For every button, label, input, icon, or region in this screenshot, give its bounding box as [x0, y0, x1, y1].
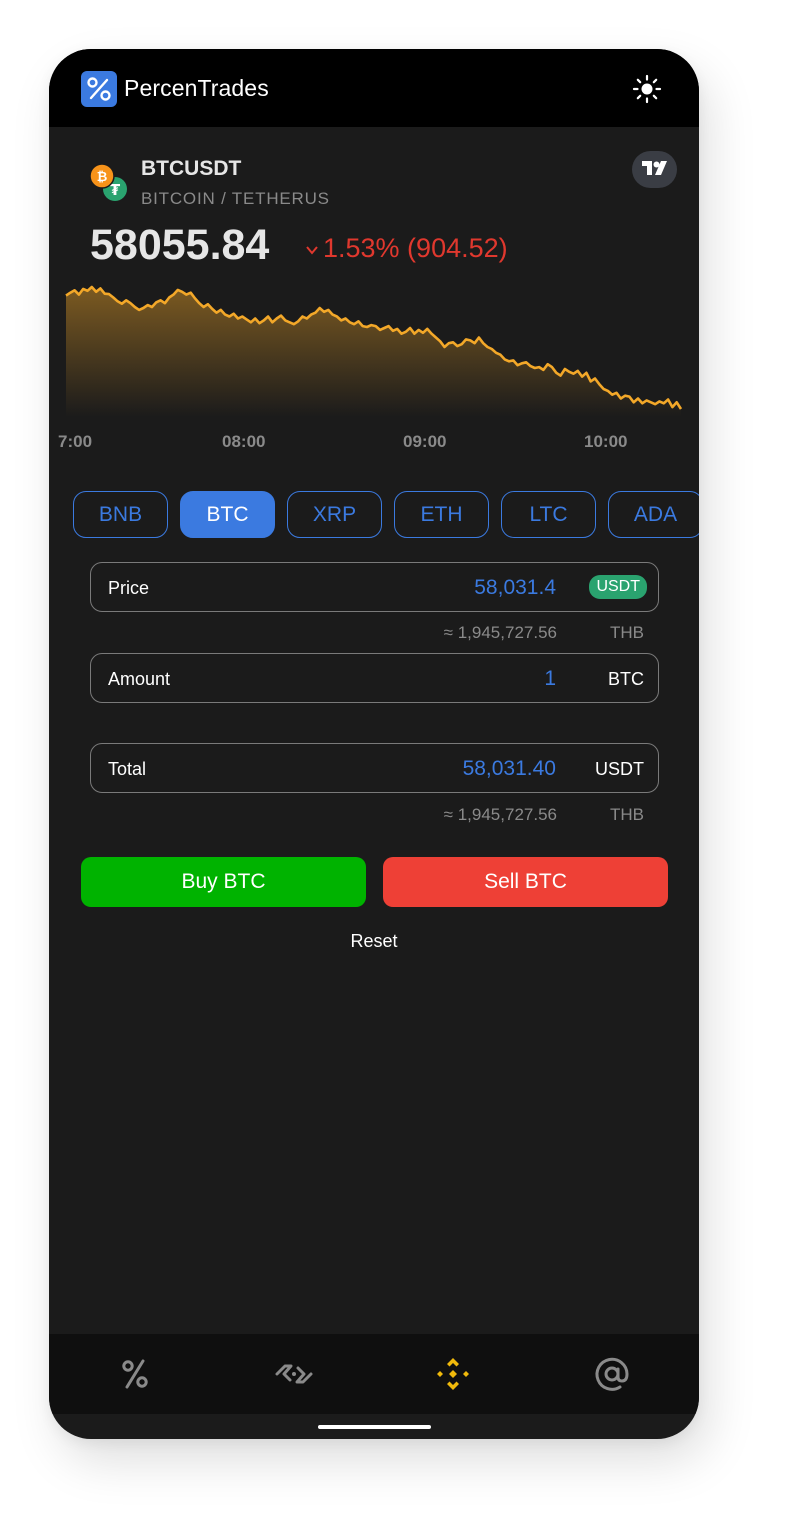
tradingview-button[interactable]: [632, 151, 677, 188]
reset-button: Reset: [49, 931, 699, 952]
app-header: PercenTrades: [49, 49, 699, 127]
tradingview-icon: [642, 161, 667, 175]
pair-coin-icons: ₮ ₿: [89, 163, 131, 204]
total-unit: USDT: [595, 759, 644, 779]
svg-text:₿: ₿: [97, 170, 108, 185]
buy-button[interactable]: Buy BTC: [81, 857, 366, 907]
chart-area-fill: [66, 287, 681, 417]
x-tick-label: 10:00: [584, 432, 628, 451]
price-change: 1.53% (904.52): [305, 233, 508, 264]
tab-btc[interactable]: BTC: [180, 491, 275, 538]
total-approx-value: ≈ 1,945,727.56: [443, 805, 557, 824]
tab-bnb[interactable]: BNB: [73, 491, 168, 538]
sun-icon[interactable]: [631, 73, 663, 105]
pair-symbol: BTCUSDT: [141, 157, 242, 180]
coin-tabs: BNB BTC XRP ETH LTC ADA: [49, 491, 699, 539]
reset-link[interactable]: Reset: [350, 931, 397, 951]
binance-icon: [437, 1358, 469, 1390]
nav-percent[interactable]: [115, 1354, 155, 1394]
price-chart: [65, 285, 683, 417]
x-tick-label: 08:00: [222, 432, 266, 451]
pair-full-name: BITCOIN / TETHERUS: [141, 189, 330, 208]
chevron-down-icon: [305, 233, 319, 264]
price-label: Price: [108, 578, 150, 598]
tab-eth[interactable]: ETH: [394, 491, 489, 538]
total-input[interactable]: 58,031.40: [463, 757, 556, 781]
price-field[interactable]: Price 58,031.4 USDT: [90, 562, 659, 612]
sell-button[interactable]: Sell BTC: [383, 857, 668, 907]
app-title: PercenTrades: [124, 75, 269, 101]
percent-icon: [122, 1359, 148, 1389]
current-price: 58055.84: [90, 221, 270, 269]
at-sign-icon: [595, 1357, 629, 1391]
x-tick-label: 7:00: [58, 432, 93, 451]
price-approx-value: ≈ 1,945,727.56: [443, 623, 557, 642]
total-label: Total: [108, 759, 147, 779]
total-approx-unit: THB: [610, 805, 644, 824]
amount-label: Amount: [108, 669, 171, 689]
nav-binance[interactable]: [433, 1354, 473, 1394]
bitcoin-icon: ₿: [89, 163, 115, 189]
home-indicator: [318, 1425, 431, 1429]
percent-logo-icon: [81, 71, 117, 107]
phone-frame: PercenTrades ₮ ₿ BTCUSDT BITCOIN / TETHE…: [49, 49, 699, 1439]
nav-trade[interactable]: [274, 1354, 314, 1394]
amount-unit: BTC: [608, 669, 644, 689]
price-input[interactable]: 58,031.4: [474, 576, 556, 600]
price-approx-unit: THB: [610, 623, 644, 642]
x-tick-label: 09:00: [403, 432, 447, 451]
tab-ltc[interactable]: LTC: [501, 491, 596, 538]
price-unit-badge: USDT: [589, 575, 647, 599]
amount-input[interactable]: 1: [544, 667, 556, 691]
nav-contact[interactable]: [592, 1354, 632, 1394]
price-change-value: 1.53% (904.52): [323, 233, 508, 263]
handshake-icon: [275, 1364, 313, 1384]
tab-ada[interactable]: ADA: [608, 491, 699, 538]
total-field[interactable]: Total 58,031.40 USDT: [90, 743, 659, 793]
tab-xrp[interactable]: XRP: [287, 491, 382, 538]
bottom-navbar: [49, 1334, 699, 1414]
amount-field[interactable]: Amount 1 BTC: [90, 653, 659, 703]
